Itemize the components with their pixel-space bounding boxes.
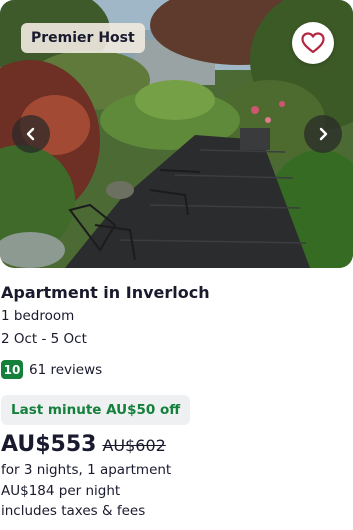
- stay-details: for 3 nights, 1 apartment: [1, 462, 172, 478]
- favorite-button[interactable]: [292, 22, 334, 64]
- price-row: AU$553 AU$602: [1, 432, 166, 457]
- rating-score-badge: 10: [1, 360, 23, 379]
- next-photo-button[interactable]: [304, 115, 342, 153]
- review-count: 61 reviews: [29, 361, 103, 378]
- rating-summary: 10 61 reviews: [1, 360, 102, 379]
- listing-title[interactable]: Apartment in Inverloch: [1, 283, 210, 302]
- chevron-right-icon: [319, 127, 328, 141]
- stay-dates: 2 Oct - 5 Oct: [1, 331, 87, 347]
- chevron-left-icon: [26, 127, 35, 141]
- premier-host-badge: Premier Host: [21, 23, 145, 53]
- bedroom-count: 1 bedroom: [1, 308, 75, 324]
- nightly-price: AU$184 per night: [1, 483, 121, 499]
- current-price: AU$553: [1, 432, 97, 457]
- original-price: AU$602: [102, 436, 166, 455]
- listing-photo[interactable]: Premier Host: [0, 0, 353, 268]
- deal-badge: Last minute AU$50 off: [1, 395, 191, 425]
- heart-icon: [301, 32, 325, 54]
- taxes-note: includes taxes & fees: [1, 503, 146, 519]
- previous-photo-button[interactable]: [12, 115, 50, 153]
